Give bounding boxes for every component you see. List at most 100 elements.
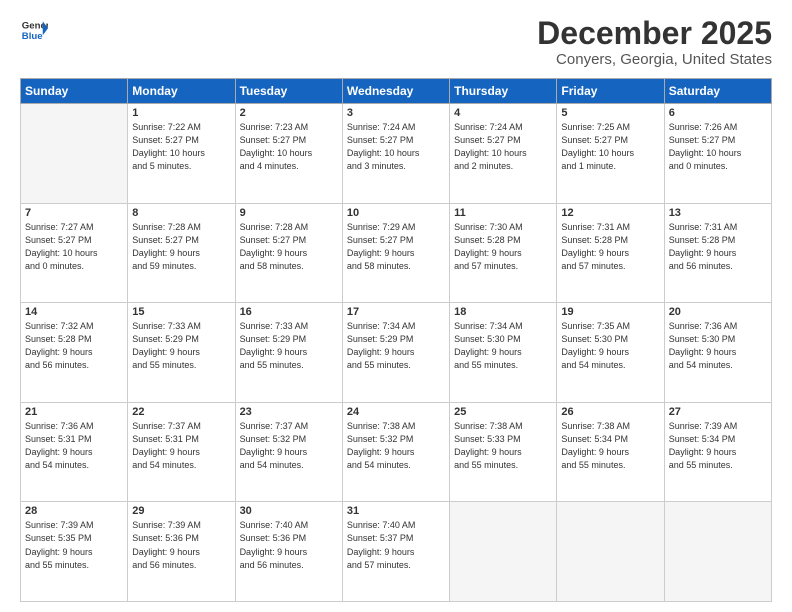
day-number: 6 bbox=[669, 107, 767, 119]
day-number: 7 bbox=[25, 207, 123, 219]
week-row-1: 1 Sunrise: 7:22 AM Sunset: 5:27 PM Daylig… bbox=[21, 104, 772, 204]
day-number: 25 bbox=[454, 406, 552, 418]
day-number: 14 bbox=[25, 306, 123, 318]
calendar-cell: 18Sunrise: 7:34 AM Sunset: 5:30 PM Dayli… bbox=[450, 303, 557, 403]
day-number: 20 bbox=[669, 306, 767, 318]
day-info: Sunrise: 7:37 AM Sunset: 5:31 PM Dayligh… bbox=[132, 420, 230, 472]
day-info: Sunrise: 7:35 AM Sunset: 5:30 PM Dayligh… bbox=[561, 320, 659, 372]
calendar-cell: 15 Sunrise: 7:33 AM Sunset: 5:29 PM Dayli… bbox=[128, 303, 235, 403]
day-number: 27 bbox=[669, 406, 767, 418]
day-number: 28 bbox=[25, 505, 123, 517]
calendar-header-wednesday: Wednesday bbox=[342, 79, 449, 104]
day-number: 30 bbox=[240, 505, 338, 517]
calendar-cell: 10Sunrise: 7:29 AM Sunset: 5:27 PM Dayli… bbox=[342, 203, 449, 303]
calendar-cell: 29Sunrise: 7:39 AM Sunset: 5:36 PM Dayli… bbox=[128, 502, 235, 602]
main-title: December 2025 bbox=[537, 16, 772, 51]
day-number: 1 bbox=[132, 107, 230, 119]
calendar-cell: 20 Sunrise: 7:36 AM Sunset: 5:30 PM Dayli… bbox=[664, 303, 771, 403]
calendar-cell: 17 Sunrise: 7:34 AM Sunset: 5:29 PM Dayli… bbox=[342, 303, 449, 403]
day-number: 11 bbox=[454, 207, 552, 219]
title-area: December 2025 Conyers, Georgia, United S… bbox=[537, 16, 772, 68]
day-info: Sunrise: 7:36 AM Sunset: 5:30 PM Dayligh… bbox=[669, 320, 767, 372]
day-info: Sunrise: 7:40 AM Sunset: 5:36 PM Dayligh… bbox=[240, 519, 338, 571]
calendar-cell: 31 Sunrise: 7:40 AM Sunset: 5:37 PM Dayli… bbox=[342, 502, 449, 602]
day-number: 2 bbox=[240, 107, 338, 119]
day-number: 3 bbox=[347, 107, 445, 119]
calendar-cell: 22 Sunrise: 7:37 AM Sunset: 5:31 PM Dayli… bbox=[128, 402, 235, 502]
day-number: 8 bbox=[132, 207, 230, 219]
calendar-cell: 24 Sunrise: 7:38 AM Sunset: 5:32 PM Dayli… bbox=[342, 402, 449, 502]
calendar-cell: 11 Sunrise: 7:30 AM Sunset: 5:28 PM Dayli… bbox=[450, 203, 557, 303]
logo-icon: General Blue bbox=[20, 16, 48, 44]
calendar-cell: 7 Sunrise: 7:27 AM Sunset: 5:27 PM Daylig… bbox=[21, 203, 128, 303]
day-info: Sunrise: 7:37 AM Sunset: 5:32 PM Dayligh… bbox=[240, 420, 338, 472]
calendar-cell: 19 Sunrise: 7:35 AM Sunset: 5:30 PM Dayli… bbox=[557, 303, 664, 403]
day-number: 31 bbox=[347, 505, 445, 517]
day-number: 22 bbox=[132, 406, 230, 418]
calendar-cell bbox=[21, 104, 128, 204]
calendar-header-saturday: Saturday bbox=[664, 79, 771, 104]
day-info: Sunrise: 7:25 AM Sunset: 5:27 PM Dayligh… bbox=[561, 121, 659, 173]
calendar-cell: 14 Sunrise: 7:32 AM Sunset: 5:28 PM Dayli… bbox=[21, 303, 128, 403]
day-number: 9 bbox=[240, 207, 338, 219]
day-info: Sunrise: 7:28 AM Sunset: 5:27 PM Dayligh… bbox=[240, 221, 338, 273]
calendar-header-row: SundayMondayTuesdayWednesdayThursdayFrid… bbox=[21, 79, 772, 104]
calendar-table: SundayMondayTuesdayWednesdayThursdayFrid… bbox=[20, 78, 772, 602]
calendar-cell: 2Sunrise: 7:23 AM Sunset: 5:27 PM Daylig… bbox=[235, 104, 342, 204]
day-info: Sunrise: 7:39 AM Sunset: 5:36 PM Dayligh… bbox=[132, 519, 230, 571]
calendar-cell: 5 Sunrise: 7:25 AM Sunset: 5:27 PM Daylig… bbox=[557, 104, 664, 204]
day-info: Sunrise: 7:33 AM Sunset: 5:29 PM Dayligh… bbox=[132, 320, 230, 372]
day-info: Sunrise: 7:22 AM Sunset: 5:27 PM Dayligh… bbox=[132, 121, 230, 173]
day-info: Sunrise: 7:32 AM Sunset: 5:28 PM Dayligh… bbox=[25, 320, 123, 372]
day-info: Sunrise: 7:24 AM Sunset: 5:27 PM Dayligh… bbox=[347, 121, 445, 173]
day-info: Sunrise: 7:26 AM Sunset: 5:27 PM Dayligh… bbox=[669, 121, 767, 173]
page: General Blue December 2025 Conyers, Geor… bbox=[0, 0, 792, 612]
week-row-5: 28 Sunrise: 7:39 AM Sunset: 5:35 PM Dayli… bbox=[21, 502, 772, 602]
day-info: Sunrise: 7:38 AM Sunset: 5:34 PM Dayligh… bbox=[561, 420, 659, 472]
day-number: 4 bbox=[454, 107, 552, 119]
day-info: Sunrise: 7:28 AM Sunset: 5:27 PM Dayligh… bbox=[132, 221, 230, 273]
day-number: 5 bbox=[561, 107, 659, 119]
day-number: 18 bbox=[454, 306, 552, 318]
subtitle: Conyers, Georgia, United States bbox=[537, 51, 772, 68]
calendar-cell: 23Sunrise: 7:37 AM Sunset: 5:32 PM Dayli… bbox=[235, 402, 342, 502]
day-number: 24 bbox=[347, 406, 445, 418]
logo: General Blue bbox=[20, 16, 48, 44]
calendar-cell: 3 Sunrise: 7:24 AM Sunset: 5:27 PM Daylig… bbox=[342, 104, 449, 204]
day-number: 17 bbox=[347, 306, 445, 318]
day-info: Sunrise: 7:30 AM Sunset: 5:28 PM Dayligh… bbox=[454, 221, 552, 273]
calendar-cell: 28 Sunrise: 7:39 AM Sunset: 5:35 PM Dayli… bbox=[21, 502, 128, 602]
calendar-cell: 27 Sunrise: 7:39 AM Sunset: 5:34 PM Dayli… bbox=[664, 402, 771, 502]
day-info: Sunrise: 7:33 AM Sunset: 5:29 PM Dayligh… bbox=[240, 320, 338, 372]
day-info: Sunrise: 7:27 AM Sunset: 5:27 PM Dayligh… bbox=[25, 221, 123, 273]
svg-text:Blue: Blue bbox=[22, 31, 43, 42]
day-info: Sunrise: 7:34 AM Sunset: 5:29 PM Dayligh… bbox=[347, 320, 445, 372]
calendar-cell: 13Sunrise: 7:31 AM Sunset: 5:28 PM Dayli… bbox=[664, 203, 771, 303]
day-number: 15 bbox=[132, 306, 230, 318]
calendar-cell: 1 Sunrise: 7:22 AM Sunset: 5:27 PM Daylig… bbox=[128, 104, 235, 204]
day-info: Sunrise: 7:38 AM Sunset: 5:32 PM Dayligh… bbox=[347, 420, 445, 472]
calendar-cell: 26 Sunrise: 7:38 AM Sunset: 5:34 PM Dayli… bbox=[557, 402, 664, 502]
calendar-cell: 16Sunrise: 7:33 AM Sunset: 5:29 PM Dayli… bbox=[235, 303, 342, 403]
day-number: 12 bbox=[561, 207, 659, 219]
day-info: Sunrise: 7:39 AM Sunset: 5:34 PM Dayligh… bbox=[669, 420, 767, 472]
day-number: 10 bbox=[347, 207, 445, 219]
day-info: Sunrise: 7:36 AM Sunset: 5:31 PM Dayligh… bbox=[25, 420, 123, 472]
calendar-cell bbox=[664, 502, 771, 602]
calendar-cell: 4 Sunrise: 7:24 AM Sunset: 5:27 PM Daylig… bbox=[450, 104, 557, 204]
week-row-2: 7 Sunrise: 7:27 AM Sunset: 5:27 PM Daylig… bbox=[21, 203, 772, 303]
week-row-3: 14 Sunrise: 7:32 AM Sunset: 5:28 PM Dayli… bbox=[21, 303, 772, 403]
day-info: Sunrise: 7:31 AM Sunset: 5:28 PM Dayligh… bbox=[561, 221, 659, 273]
day-info: Sunrise: 7:38 AM Sunset: 5:33 PM Dayligh… bbox=[454, 420, 552, 472]
header: General Blue December 2025 Conyers, Geor… bbox=[20, 16, 772, 68]
day-number: 26 bbox=[561, 406, 659, 418]
day-info: Sunrise: 7:40 AM Sunset: 5:37 PM Dayligh… bbox=[347, 519, 445, 571]
day-info: Sunrise: 7:39 AM Sunset: 5:35 PM Dayligh… bbox=[25, 519, 123, 571]
calendar-cell: 9 Sunrise: 7:28 AM Sunset: 5:27 PM Daylig… bbox=[235, 203, 342, 303]
day-number: 19 bbox=[561, 306, 659, 318]
calendar-cell: 12 Sunrise: 7:31 AM Sunset: 5:28 PM Dayli… bbox=[557, 203, 664, 303]
calendar-header-sunday: Sunday bbox=[21, 79, 128, 104]
calendar-cell: 25 Sunrise: 7:38 AM Sunset: 5:33 PM Dayli… bbox=[450, 402, 557, 502]
day-number: 21 bbox=[25, 406, 123, 418]
day-info: Sunrise: 7:24 AM Sunset: 5:27 PM Dayligh… bbox=[454, 121, 552, 173]
